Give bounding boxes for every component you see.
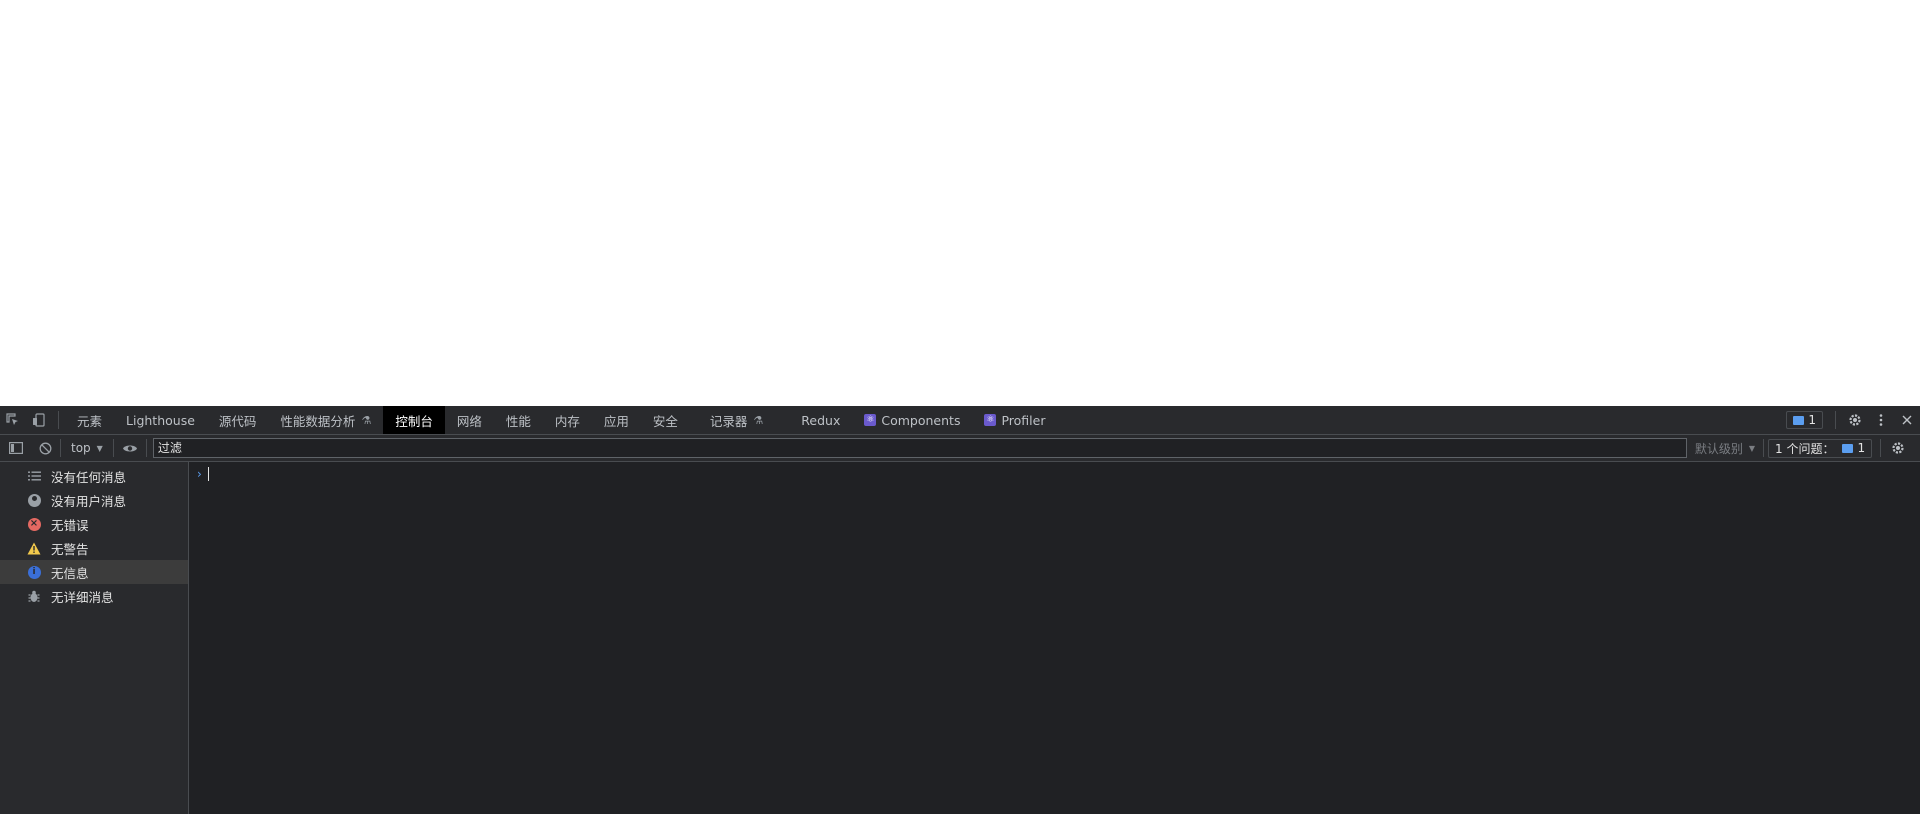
tab-console[interactable]: 控制台 (383, 406, 445, 434)
tabbar-right-controls: 1 (1786, 406, 1920, 434)
chevron-right-icon: › (197, 467, 202, 481)
tabbar-separator (58, 411, 59, 429)
clear-console-icon[interactable] (32, 434, 58, 462)
log-levels-dropdown[interactable]: 默认级别 ▼ (1687, 440, 1763, 457)
tab-performance-insights[interactable]: 性能数据分析 ⚗ (268, 406, 383, 434)
bug-icon (26, 588, 42, 604)
issues-counter-button[interactable]: 1 (1786, 411, 1823, 429)
close-icon[interactable] (1894, 406, 1920, 434)
sidebar-item-warnings[interactable]: 无警告 (0, 536, 188, 560)
react-icon: ⚛ (864, 414, 877, 426)
eye-icon[interactable] (116, 434, 144, 462)
tab-application[interactable]: 应用 (592, 406, 641, 434)
more-options-icon[interactable] (1868, 406, 1894, 434)
flask-icon: ⚗ (361, 413, 372, 427)
filter-input[interactable] (152, 438, 1687, 458)
console-output[interactable]: › (189, 462, 1920, 814)
sidebar-item-info[interactable]: i 无信息 (0, 560, 188, 584)
issue-message-icon (1842, 443, 1854, 453)
toolbar-separator (145, 439, 147, 457)
devtools-tabbar: 元素 Lighthouse 源代码 性能数据分析 ⚗ 控制台 网络 性能 内存 应… (0, 406, 1920, 435)
device-toolbar-icon[interactable] (26, 406, 52, 434)
console-sidebar: 没有任何消息 没有用户消息 × 无错误 无警告 i 无信息 无详细消息 (0, 462, 189, 814)
user-icon (26, 492, 42, 508)
error-icon: × (26, 516, 42, 532)
sidebar-item-verbose[interactable]: 无详细消息 (0, 584, 188, 608)
gear-icon[interactable] (1842, 406, 1868, 434)
toolbar-separator (1763, 439, 1764, 457)
console-settings-gear-icon[interactable] (1883, 434, 1913, 462)
info-icon: i (26, 564, 42, 580)
tab-sources[interactable]: 源代码 (207, 406, 269, 434)
context-selector[interactable]: top ▼ (63, 441, 111, 455)
sidebar-item-errors[interactable]: × 无错误 (0, 512, 188, 536)
panel-tabs: 元素 Lighthouse 源代码 性能数据分析 ⚗ 控制台 网络 性能 内存 应… (65, 406, 1057, 434)
devtools-panel: 元素 Lighthouse 源代码 性能数据分析 ⚗ 控制台 网络 性能 内存 应… (0, 406, 1920, 814)
flask-icon: ⚗ (753, 413, 764, 427)
issues-button[interactable]: 1 个问题： 1 (1768, 438, 1873, 458)
issue-message-icon (1793, 415, 1805, 425)
tab-network[interactable]: 网络 (445, 406, 494, 434)
tab-performance[interactable]: 性能 (494, 406, 543, 434)
warning-icon (26, 540, 42, 556)
tab-elements[interactable]: 元素 (65, 406, 114, 434)
inspect-element-icon[interactable] (0, 406, 26, 434)
tab-components[interactable]: ⚛ Components (852, 406, 972, 434)
text-cursor (207, 467, 209, 481)
react-icon: ⚛ (984, 414, 997, 426)
console-prompt[interactable]: › (189, 464, 1920, 484)
inspected-page (0, 0, 1920, 406)
tab-security[interactable]: 安全 (641, 406, 690, 434)
tab-redux[interactable]: Redux (775, 406, 852, 434)
dropdown-caret-icon: ▼ (96, 443, 103, 453)
sidebar-item-all-messages[interactable]: 没有任何消息 (0, 464, 188, 488)
toolbar-separator (112, 439, 114, 457)
tab-recorder[interactable]: 记录器 ⚗ (690, 406, 775, 434)
sidebar-toggle-icon[interactable] (0, 434, 32, 462)
console-toolbar: top ▼ 默认级别 ▼ 1 个问题： 1 (0, 435, 1920, 462)
dropdown-caret-icon: ▼ (1748, 443, 1755, 453)
tab-lighthouse[interactable]: Lighthouse (114, 406, 207, 434)
tab-profiler[interactable]: ⚛ Profiler (972, 406, 1057, 434)
tabbar-separator (1835, 411, 1836, 429)
tab-memory[interactable]: 内存 (543, 406, 592, 434)
list-icon (26, 468, 42, 484)
sidebar-item-user-messages[interactable]: 没有用户消息 (0, 488, 188, 512)
toolbar-separator (1880, 439, 1882, 457)
toolbar-separator (60, 439, 61, 457)
